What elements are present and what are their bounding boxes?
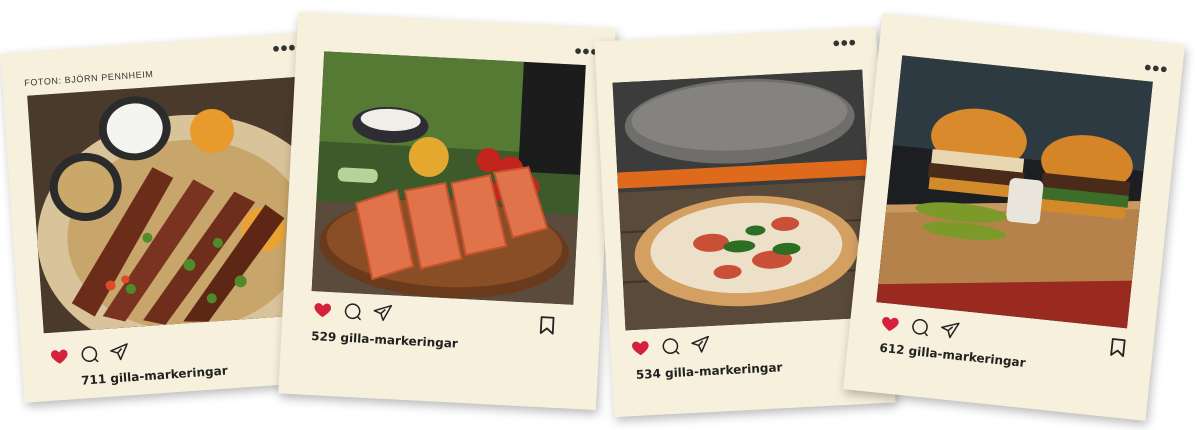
like-count: 534 gilla-markeringar <box>635 360 783 382</box>
more-dots-icon[interactable]: ••• <box>832 32 857 55</box>
paper-plane-icon[interactable] <box>690 334 711 355</box>
pizza-oven-illustration <box>612 69 876 331</box>
heart-icon[interactable] <box>312 299 333 320</box>
comment-icon[interactable] <box>660 336 681 357</box>
action-bar <box>49 341 130 367</box>
post-photo-kebab[interactable] <box>27 76 320 334</box>
kebab-plate-illustration <box>27 76 320 334</box>
post-photo-pizza[interactable] <box>612 69 876 331</box>
heart-icon[interactable] <box>630 337 651 358</box>
comment-icon[interactable] <box>909 316 931 338</box>
action-bar <box>630 334 711 358</box>
like-count: 529 gilla-markeringar <box>310 329 459 351</box>
burger-board-illustration <box>876 55 1153 329</box>
more-dots-icon[interactable]: ••• <box>1143 57 1169 81</box>
heart-icon[interactable] <box>879 313 901 335</box>
paper-plane-icon[interactable] <box>109 341 130 362</box>
action-bar <box>879 313 961 341</box>
paper-plane-icon[interactable] <box>939 319 961 341</box>
heart-icon[interactable] <box>49 346 70 367</box>
paper-plane-icon[interactable] <box>372 302 393 323</box>
like-count: 612 gilla-markeringar <box>878 340 1027 370</box>
more-dots-icon[interactable]: ••• <box>272 37 297 61</box>
comment-icon[interactable] <box>342 301 363 322</box>
salmon-board-illustration <box>311 51 586 305</box>
bookmark-icon[interactable] <box>1108 337 1128 359</box>
action-bar <box>312 299 393 323</box>
post-photo-burger[interactable] <box>876 55 1153 329</box>
comment-icon[interactable] <box>79 343 100 364</box>
bookmark-icon[interactable] <box>538 315 557 336</box>
post-card-burger: ••• 612 gilla-markeringar <box>843 13 1185 421</box>
post-photo-salmon[interactable] <box>311 51 586 305</box>
photo-credit: FOTON: BJÖRN PENNHEIM <box>23 68 154 88</box>
post-card-salmon: ••• 529 gilla-markeringar <box>278 11 616 411</box>
like-count: 711 gilla-markeringar <box>80 363 229 388</box>
